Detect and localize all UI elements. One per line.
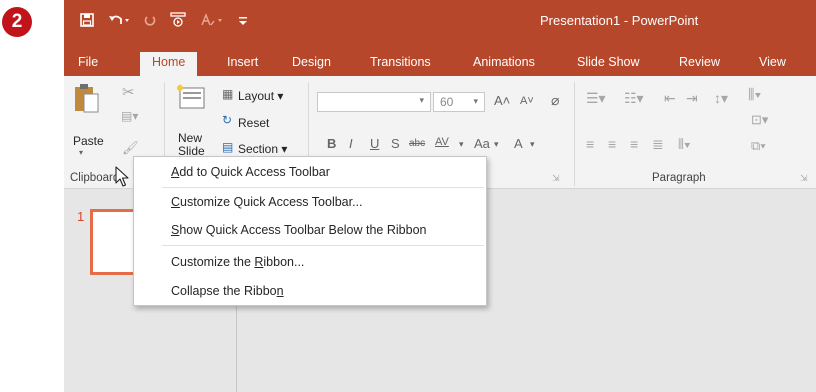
layout-label: Layout (238, 89, 275, 103)
menu-separator (162, 187, 484, 188)
layout-icon[interactable]: ▦ (222, 87, 233, 101)
save-icon[interactable] (80, 13, 94, 31)
shrink-font-icon[interactable]: A˅ (520, 95, 534, 107)
align-text-icon[interactable]: ⊡▾ (751, 112, 768, 128)
menu-item-customize-qat[interactable]: Customize Quick Access Toolbar... (171, 195, 363, 209)
menu-item-collapse-ribbon[interactable]: Collapse the Ribbon (171, 284, 284, 298)
section-icon[interactable]: ▤ (222, 140, 233, 154)
font-size-field[interactable]: 60 ▾ (433, 92, 485, 112)
mouse-cursor-icon (115, 166, 129, 191)
menu-item-show-qat-below[interactable]: Show Quick Access Toolbar Below the Ribb… (171, 223, 426, 237)
reset-icon[interactable]: ↻ (222, 113, 232, 127)
line-spacing-icon[interactable]: ↕▾ (714, 90, 728, 107)
paste-icon[interactable] (72, 82, 102, 119)
menu-item-add-to-qat[interactable]: Add to Quick Access Toolbar (171, 165, 330, 179)
customize-qat-icon[interactable] (238, 14, 248, 31)
font-color-dropdown-icon[interactable]: ▾ (530, 139, 535, 150)
strikethrough-button[interactable]: abc (409, 138, 425, 149)
new-slide-icon[interactable] (174, 82, 208, 115)
clear-formatting-icon[interactable]: ⌀ (551, 92, 559, 109)
grow-font-icon[interactable]: A˄ (494, 93, 510, 108)
step-badge: 2 (2, 7, 32, 37)
font-size-value: 60 (440, 95, 454, 109)
ribbon-tabs: File Home Insert Design Transitions Anim… (64, 44, 816, 78)
increase-indent-icon[interactable]: ⇥ (686, 90, 698, 107)
present-icon[interactable] (170, 12, 186, 32)
underline-button[interactable]: U (370, 136, 379, 151)
section-button[interactable]: Section ▾ (238, 142, 287, 156)
bold-button[interactable]: B (327, 136, 336, 151)
slide-number: 1 (77, 209, 85, 224)
menu-separator (162, 245, 484, 246)
window-title: Presentation1 - PowerPoint (540, 13, 699, 28)
group-divider (574, 82, 575, 186)
clipboard-group-label: Clipboard (70, 172, 120, 184)
tab-design[interactable]: Design (292, 55, 331, 69)
undo-icon[interactable] (108, 13, 130, 31)
decrease-indent-icon[interactable]: ⇤ (664, 90, 676, 107)
tab-animations[interactable]: Animations (473, 55, 535, 69)
ribbon-context-menu: Add to Quick Access Toolbar Customize Qu… (133, 156, 487, 306)
paragraph-group-label: Paragraph (652, 172, 706, 184)
change-case-dropdown-icon[interactable]: ▾ (494, 139, 499, 150)
align-right-icon[interactable]: ≡ (630, 136, 638, 152)
quick-access-toolbar (80, 12, 248, 32)
bullets-icon[interactable]: ☰▾ (586, 90, 606, 107)
align-left-icon[interactable]: ≡ (586, 136, 594, 152)
italic-button[interactable]: I (349, 136, 353, 151)
font-name-field[interactable]: ▾ (317, 92, 431, 112)
cut-icon[interactable]: ✂ (122, 83, 135, 101)
paste-label[interactable]: Paste (73, 134, 104, 148)
paragraph-dialog-launcher-icon[interactable]: ⇲ (800, 173, 808, 184)
reset-button[interactable]: Reset (238, 116, 269, 130)
new-slide-label[interactable]: New Slide (178, 132, 205, 158)
char-spacing-button[interactable]: AV (435, 136, 449, 148)
center-icon[interactable]: ≡ (608, 136, 616, 152)
section-label: Section (238, 142, 279, 156)
spell-icon[interactable] (200, 13, 224, 31)
font-color-button[interactable]: A (514, 136, 523, 151)
paste-dropdown-icon[interactable]: ▾ (79, 148, 83, 157)
tab-view[interactable]: View (759, 55, 786, 69)
shadow-button[interactable]: S (391, 136, 400, 151)
tab-slide-show[interactable]: Slide Show (577, 55, 640, 69)
font-dialog-launcher-icon[interactable]: ⇲ (552, 173, 560, 184)
columns-icon[interactable]: ⫴▾ (678, 136, 691, 153)
format-painter-icon[interactable]: 🖌 (122, 140, 139, 156)
justify-icon[interactable]: ≣ (652, 136, 664, 153)
redo-icon[interactable] (144, 13, 156, 31)
tab-insert[interactable]: Insert (227, 55, 258, 69)
tab-review[interactable]: Review (679, 55, 720, 69)
tab-home[interactable]: Home (140, 52, 198, 78)
change-case-button[interactable]: Aa (474, 136, 490, 151)
tab-transitions[interactable]: Transitions (370, 55, 431, 69)
smartart-icon[interactable]: ⧉▾ (751, 138, 766, 154)
title-bar: Presentation1 - PowerPoint (64, 0, 816, 44)
menu-item-customize-ribbon[interactable]: Customize the Ribbon... (171, 255, 304, 269)
layout-button[interactable]: Layout ▾ (238, 89, 283, 103)
char-spacing-dropdown-icon[interactable]: ▾ (459, 139, 464, 150)
numbering-icon[interactable]: ☷▾ (624, 90, 644, 107)
text-direction-icon[interactable]: ⫼▾ (748, 86, 761, 103)
copy-icon[interactable]: ▤▾ (121, 109, 138, 123)
tab-file[interactable]: File (78, 55, 98, 69)
